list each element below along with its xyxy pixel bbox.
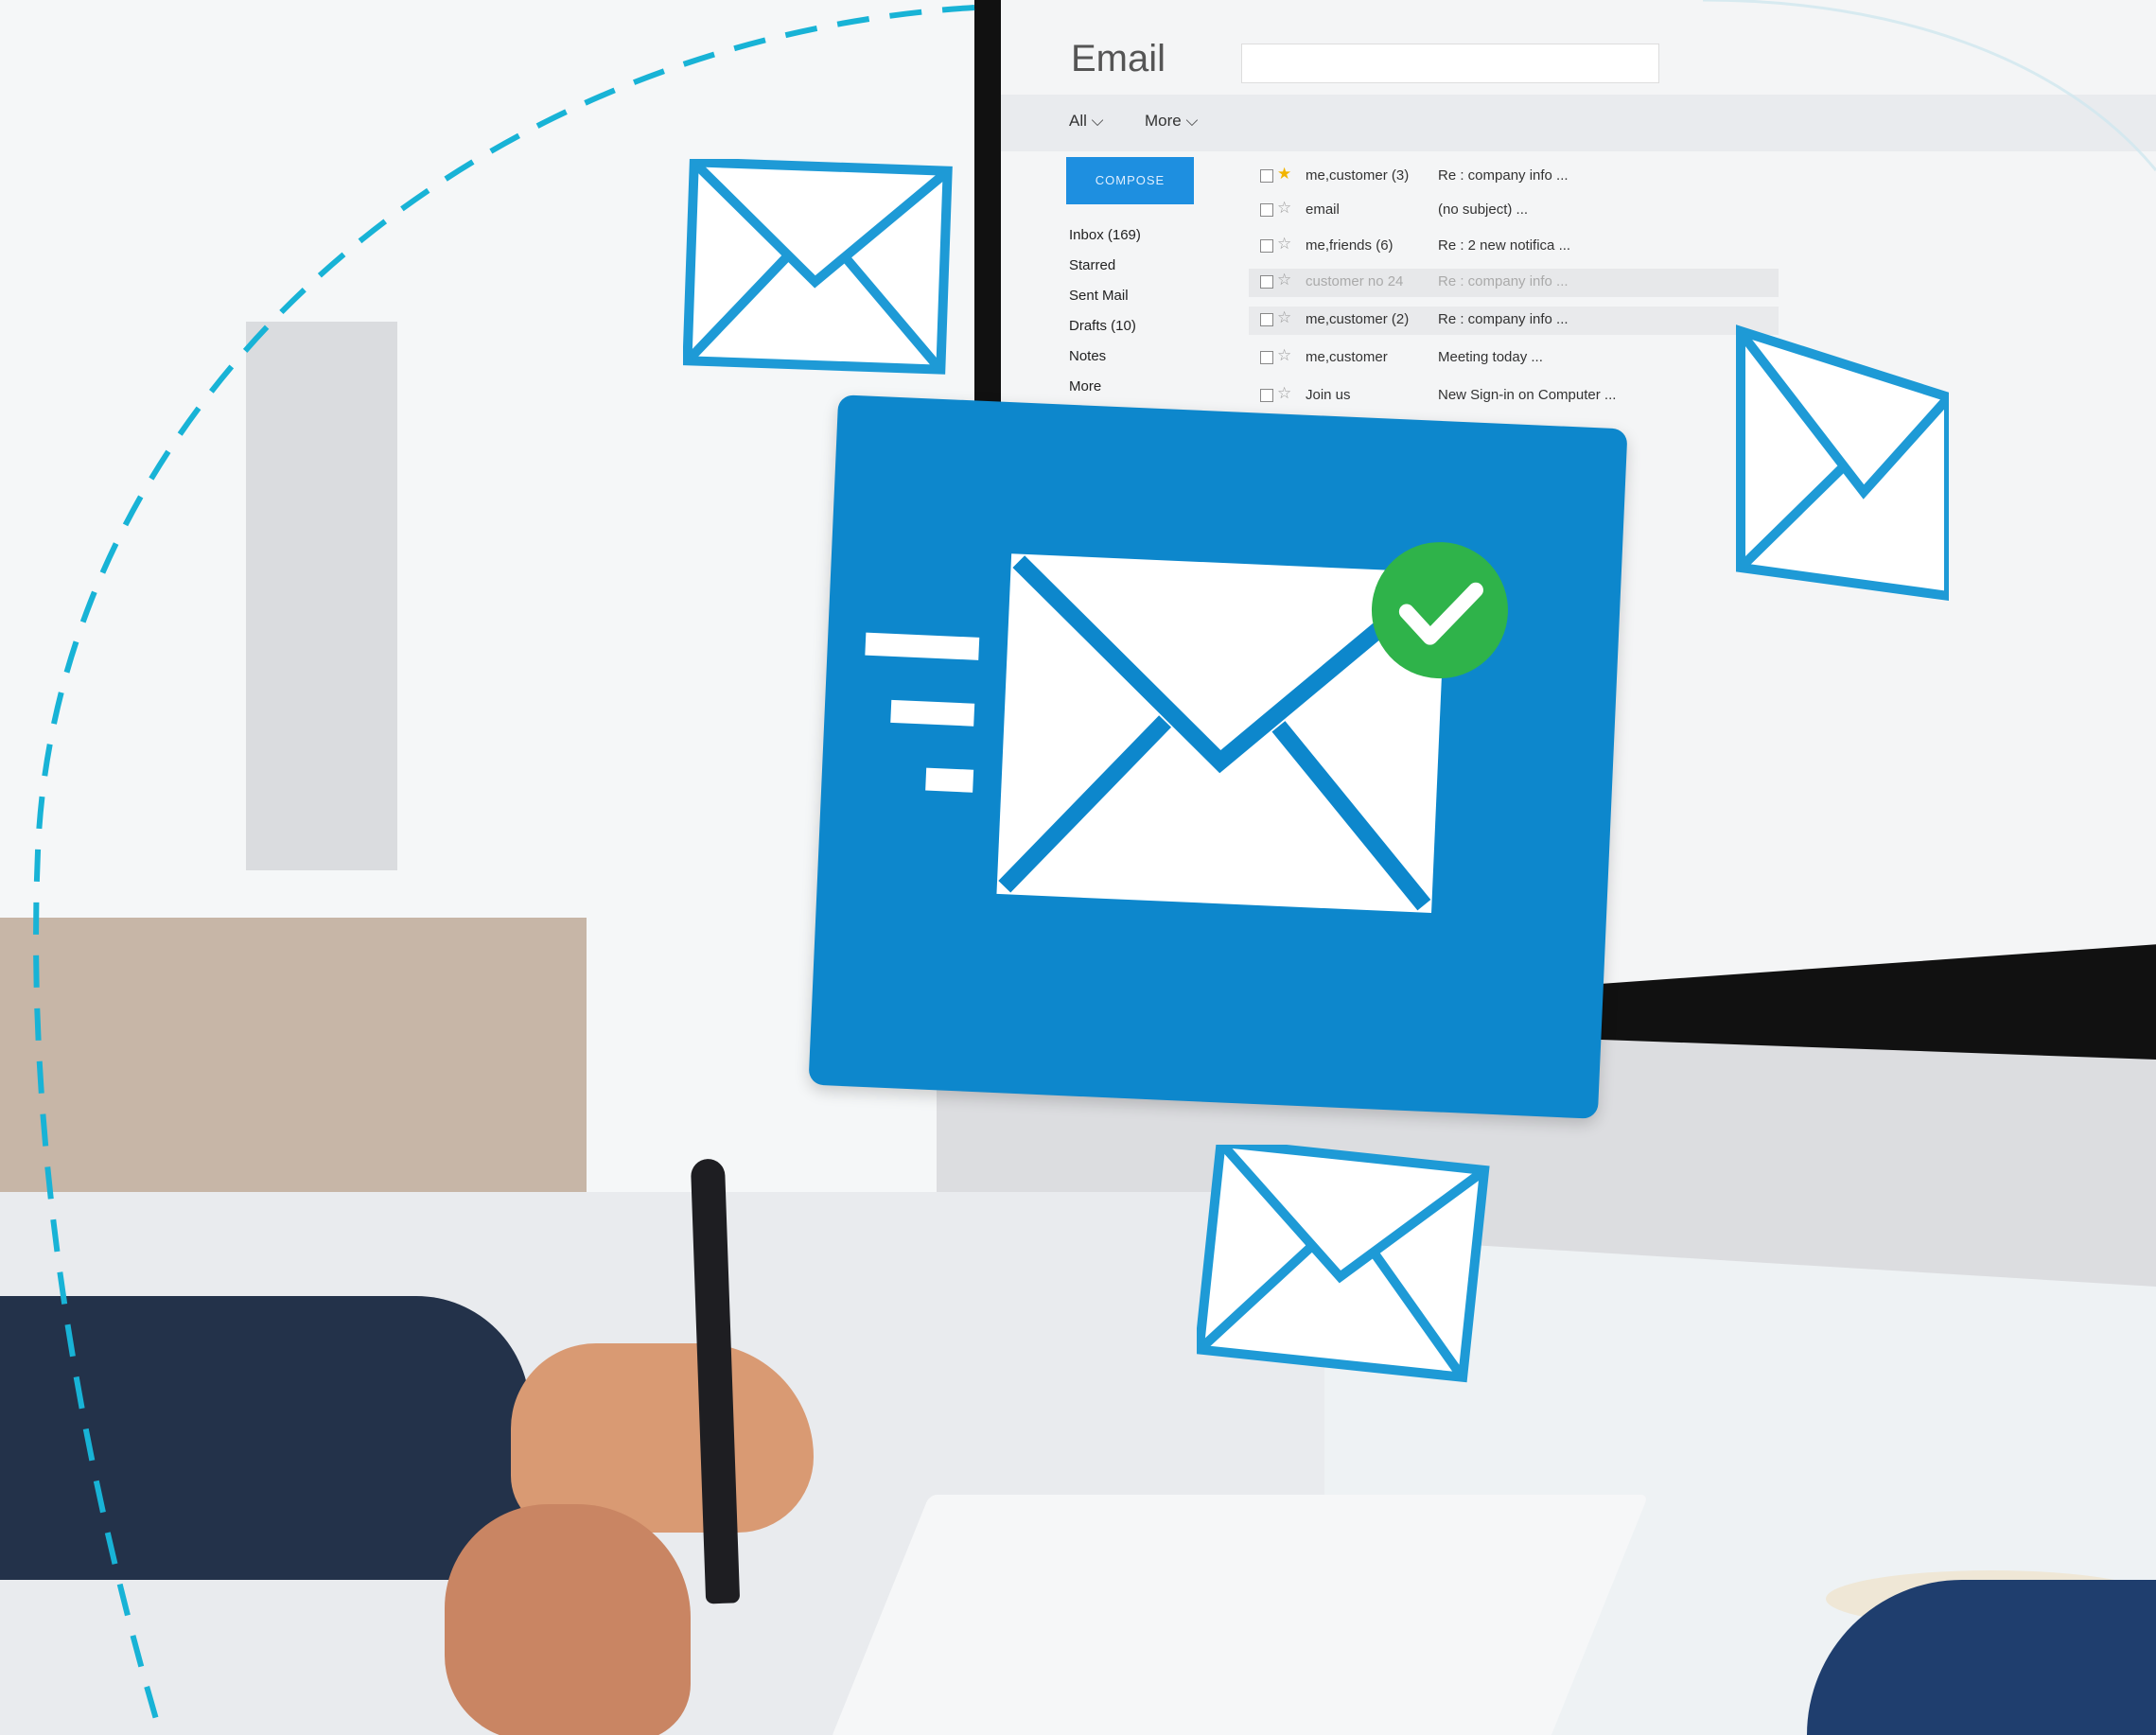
decorative-dashed-arc bbox=[33, 0, 2156, 1735]
photo-scene: Email All ⌵ More ⌵ COMPOSE Inbox (169) S… bbox=[0, 0, 2156, 1735]
